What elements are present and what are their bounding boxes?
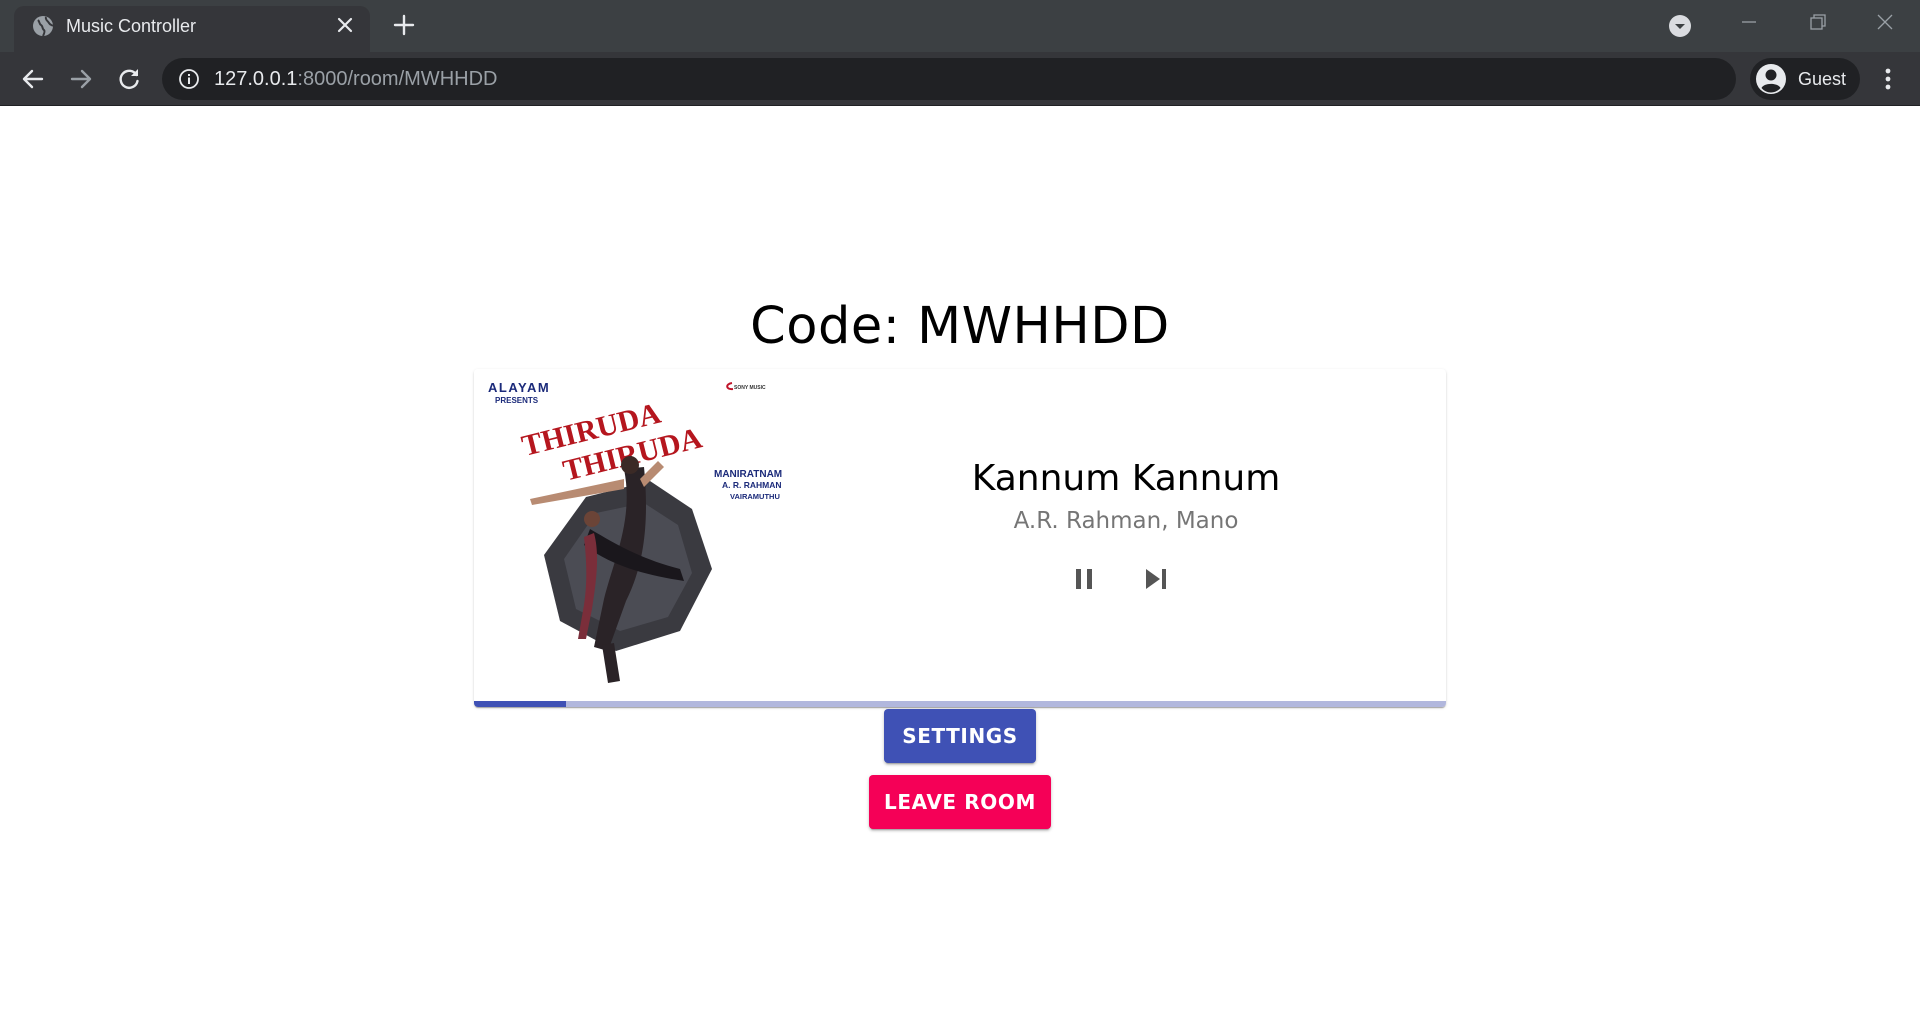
album-art-label: SONY MUSIC xyxy=(734,385,766,391)
album-art-label: A. R. RAHMAN xyxy=(722,480,782,490)
arrow-left-icon[interactable] xyxy=(19,65,47,93)
window-close-icon[interactable] xyxy=(1868,8,1902,36)
room-code-title: Code: MWHHDD xyxy=(750,297,1170,356)
close-icon[interactable] xyxy=(336,16,354,34)
page-content: Code: MWHHDD ALAYAM PRESENTS SONY MUSIC … xyxy=(0,107,1920,1011)
song-artist: A.R. Rahman, Mano xyxy=(1013,508,1239,534)
song-title: Kannum Kannum xyxy=(971,458,1281,499)
address-bar[interactable]: 127.0.0.1:8000/room/MWHHDD xyxy=(162,58,1736,100)
tab-title: Music Controller xyxy=(66,16,197,36)
settings-button[interactable]: SETTINGS xyxy=(884,709,1036,763)
album-art: ALAYAM PRESENTS SONY MUSIC THIRUDA THIRU… xyxy=(474,369,806,701)
restore-icon[interactable] xyxy=(1800,8,1834,36)
album-art-label: MANIRATNAM xyxy=(714,469,782,480)
globe-icon xyxy=(33,16,54,37)
profile-button[interactable]: Guest xyxy=(1750,58,1860,100)
song-progress-bar xyxy=(474,701,1446,707)
reload-icon[interactable] xyxy=(115,65,143,93)
url-host: 127.0.0.1 xyxy=(214,68,298,90)
song-progress-fill xyxy=(474,701,567,707)
album-art-label: ALAYAM xyxy=(488,380,550,395)
plus-icon[interactable] xyxy=(392,13,416,37)
profile-name: Guest xyxy=(1798,69,1847,89)
url-path: :8000/room/MWHHDD xyxy=(297,68,498,90)
browser-toolbar: 127.0.0.1:8000/room/MWHHDD Guest xyxy=(0,52,1920,106)
browser-tabstrip: Music Controller xyxy=(0,0,1920,52)
album-art-label: VAIRAMUTHU xyxy=(730,492,780,501)
music-player-card: ALAYAM PRESENTS SONY MUSIC THIRUDA THIRU… xyxy=(474,369,1446,707)
more-vert-icon[interactable] xyxy=(1874,65,1902,93)
pause-icon[interactable] xyxy=(1060,555,1108,603)
account-circle-icon xyxy=(1756,64,1786,94)
browser-tab[interactable]: Music Controller xyxy=(14,6,370,52)
chevron-down-icon[interactable] xyxy=(1668,14,1692,38)
minimize-icon[interactable] xyxy=(1732,8,1766,36)
arrow-right-icon[interactable] xyxy=(67,65,95,93)
info-icon[interactable] xyxy=(178,68,200,90)
url-text[interactable]: 127.0.0.1:8000/room/MWHHDD xyxy=(214,68,497,90)
leave-room-button[interactable]: LEAVE ROOM xyxy=(869,775,1051,829)
album-art-label: PRESENTS xyxy=(495,396,539,405)
skip-next-icon[interactable] xyxy=(1132,555,1180,603)
